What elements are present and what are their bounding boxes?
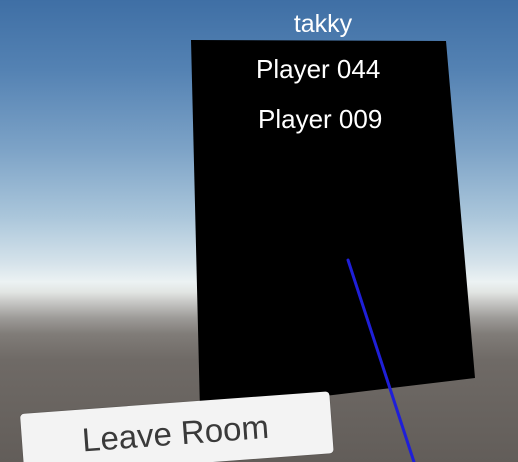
vr-scene-background: takky Player 044 Player 009 Leave Room xyxy=(0,0,518,462)
pointer-ray xyxy=(346,258,416,462)
pointer-ray-overlay xyxy=(346,258,416,462)
